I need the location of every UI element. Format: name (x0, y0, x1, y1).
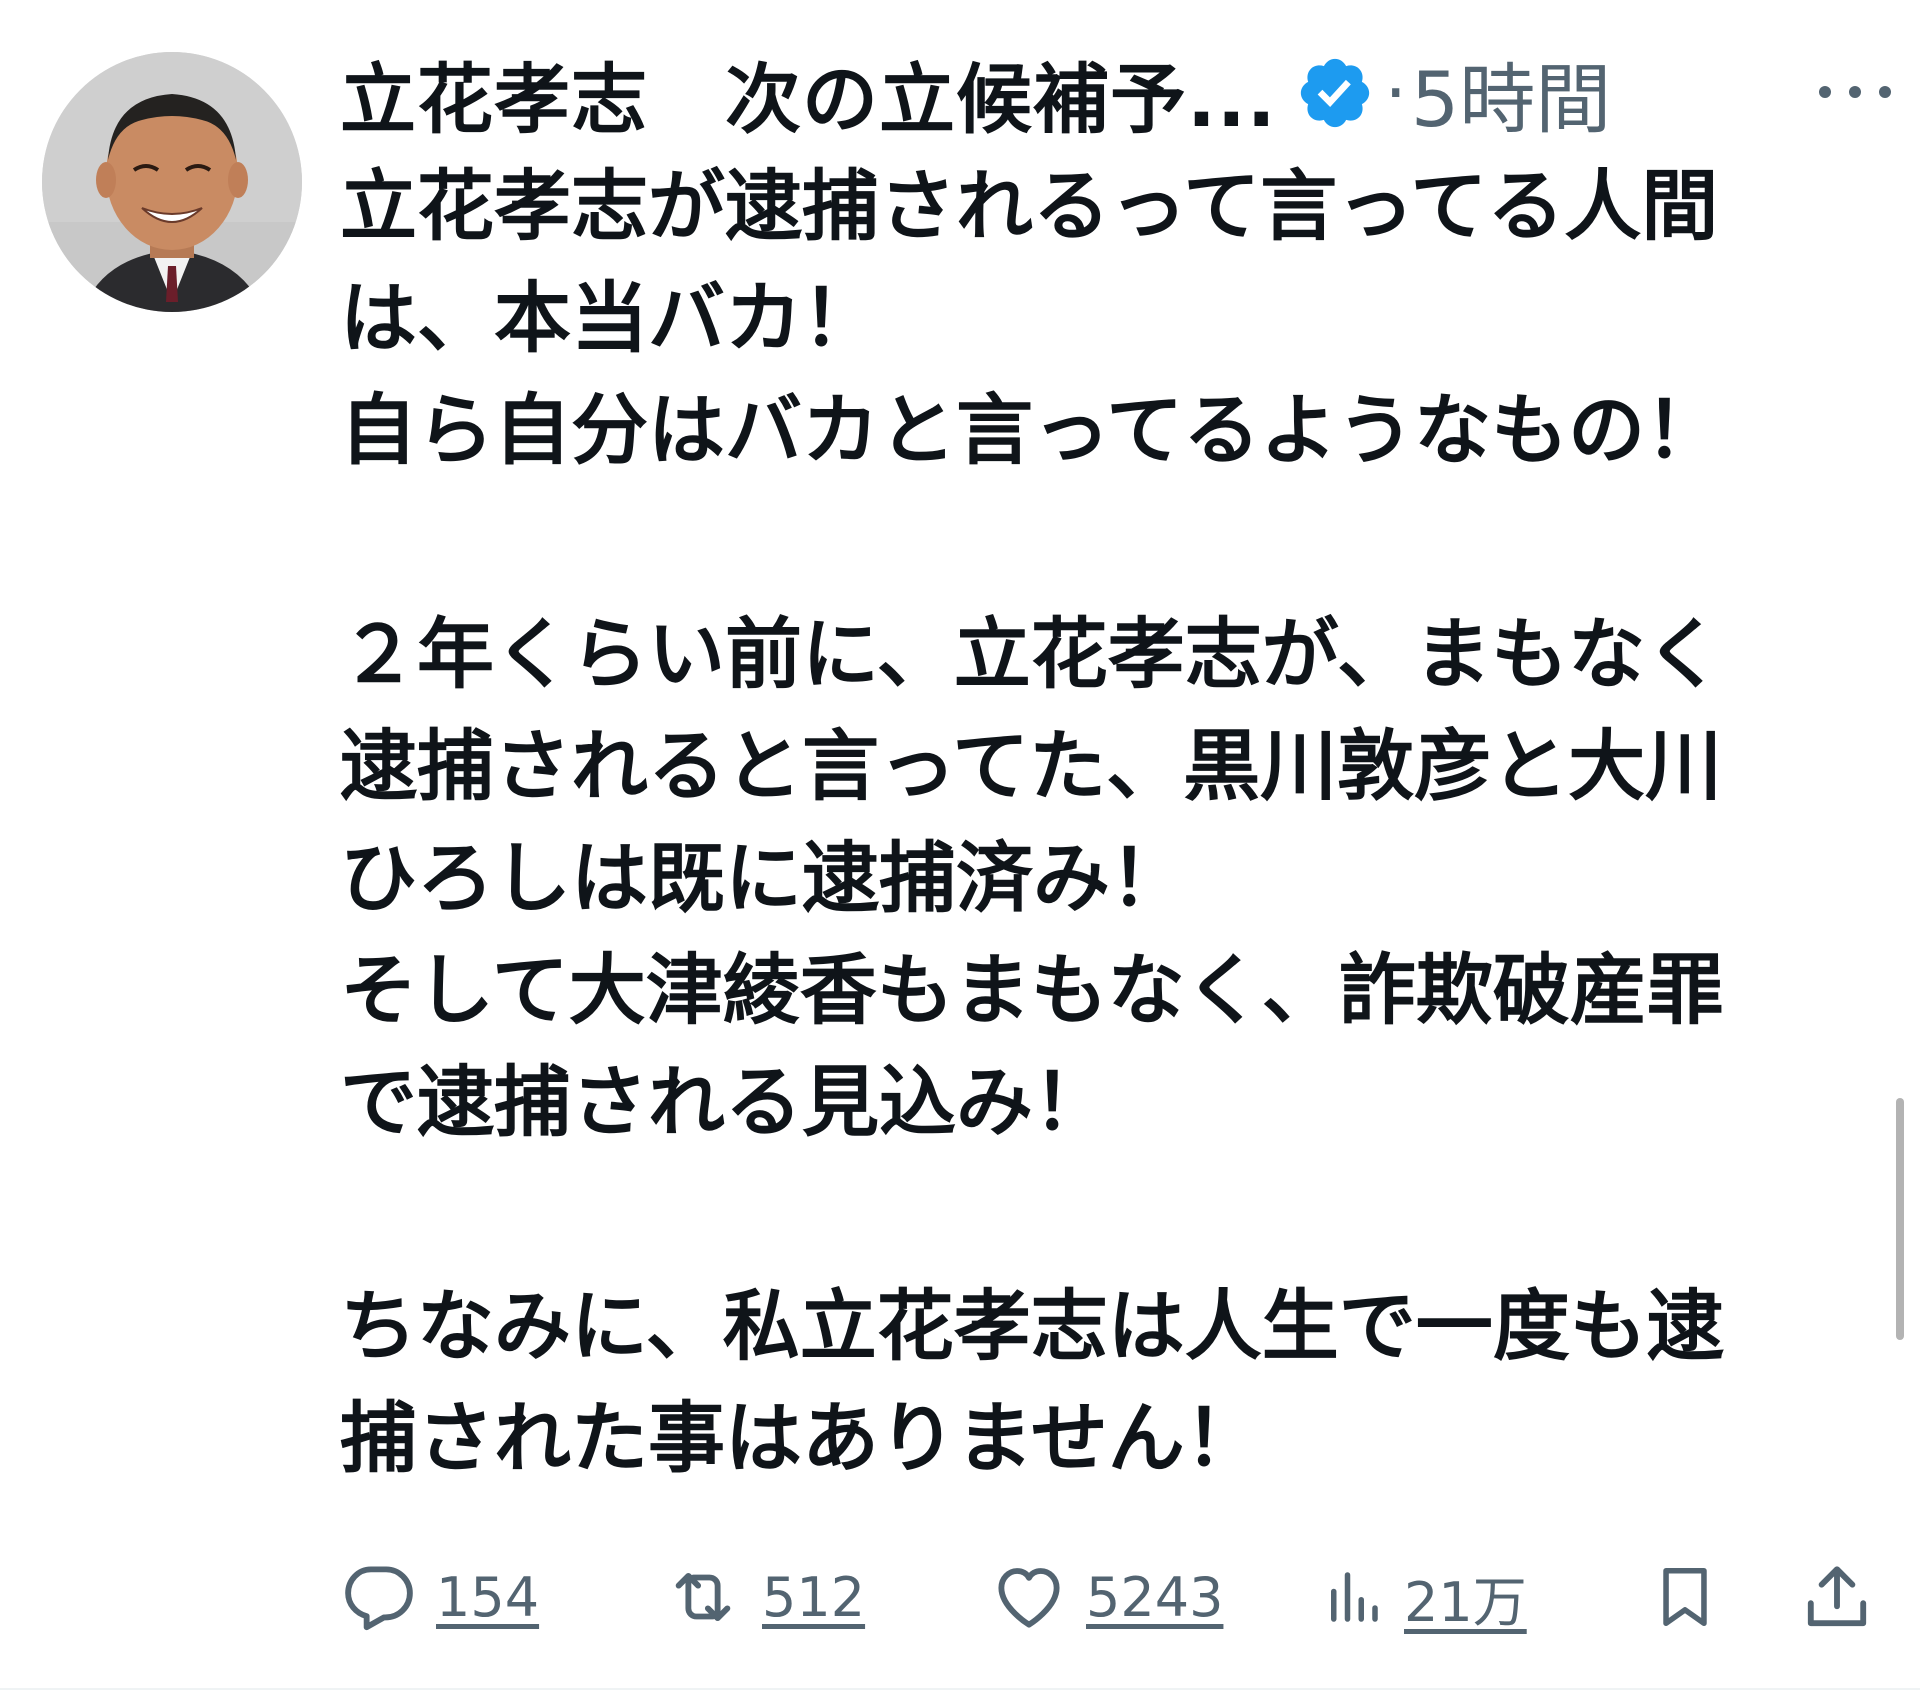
tweet-text-line: 立花孝志が逮捕されるって言ってる人間 (340, 163, 1719, 252)
scrollbar-thumb[interactable] (1896, 1098, 1904, 1340)
tweet-text-blank-line (340, 488, 1860, 600)
reply-count[interactable]: 154 (436, 1566, 539, 1629)
bottom-divider (0, 1688, 1920, 1690)
avatar-photo (42, 52, 302, 312)
like-button[interactable]: 5243 (990, 1552, 1223, 1642)
repost-button[interactable]: 512 (662, 1552, 865, 1642)
like-count[interactable]: 5243 (1086, 1566, 1223, 1629)
more-options-icon[interactable] (1805, 72, 1905, 112)
tweet-text-line: 捕された事はありません！ (340, 1395, 1262, 1484)
tweet-text-line: は、本当バカ！ (340, 275, 879, 364)
tweet-text-line: そして大津綾香もまもなく、詐欺破産罪 (340, 947, 1724, 1036)
views-chart-icon (1331, 1572, 1378, 1622)
post-time[interactable]: 5時間 (1411, 38, 1611, 148)
views-count[interactable]: 21万 (1404, 1558, 1527, 1637)
repost-icon (675, 1572, 731, 1622)
tweet-text-line: ちなみに、私立花孝志は人生で一度も逮 (340, 1283, 1724, 1372)
tweet-text-line: ２年くらい前に、立花孝志が、まもなく (340, 611, 1723, 700)
tweet: 立花孝志 次の立候補予... · 5時間 立花孝志が逮捕されるって言ってる人間 … (0, 0, 1920, 1699)
reply-button[interactable]: 154 (340, 1552, 539, 1642)
tweet-text-line: 逮捕されると言ってた、黒川敦彦と大川 (340, 723, 1723, 812)
share-button[interactable] (1800, 1552, 1874, 1642)
tweet-text-blank-line (340, 1160, 1860, 1272)
tweet-text-line: ひろしは既に逮捕済み！ (340, 835, 1187, 924)
action-bar: 154 512 5243 21万 (340, 1552, 1880, 1642)
bookmark-icon (1663, 1567, 1707, 1627)
avatar[interactable] (42, 52, 302, 312)
heart-icon (998, 1568, 1060, 1628)
reply-icon (345, 1566, 413, 1631)
bookmark-button[interactable] (1650, 1552, 1720, 1642)
time-separator: · (1384, 52, 1407, 134)
repost-count[interactable]: 512 (762, 1566, 865, 1629)
views-button[interactable]: 21万 (1320, 1552, 1527, 1642)
author-name[interactable]: 立花孝志 次の立候補予... (340, 38, 1277, 148)
tweet-text-line: で逮捕される見込み！ (340, 1059, 1110, 1148)
verified-badge-icon[interactable] (1295, 53, 1375, 133)
share-icon (1807, 1566, 1867, 1627)
tweet-header: 立花孝志 次の立候補予... · 5時間 (340, 38, 1611, 148)
tweet-text: 立花孝志が逮捕されるって言ってる人間 は、本当バカ！ 自ら自分はバカと言ってるよ… (340, 152, 1860, 1496)
tweet-text-line: 自ら自分はバカと言ってるようなもの！ (340, 387, 1723, 476)
